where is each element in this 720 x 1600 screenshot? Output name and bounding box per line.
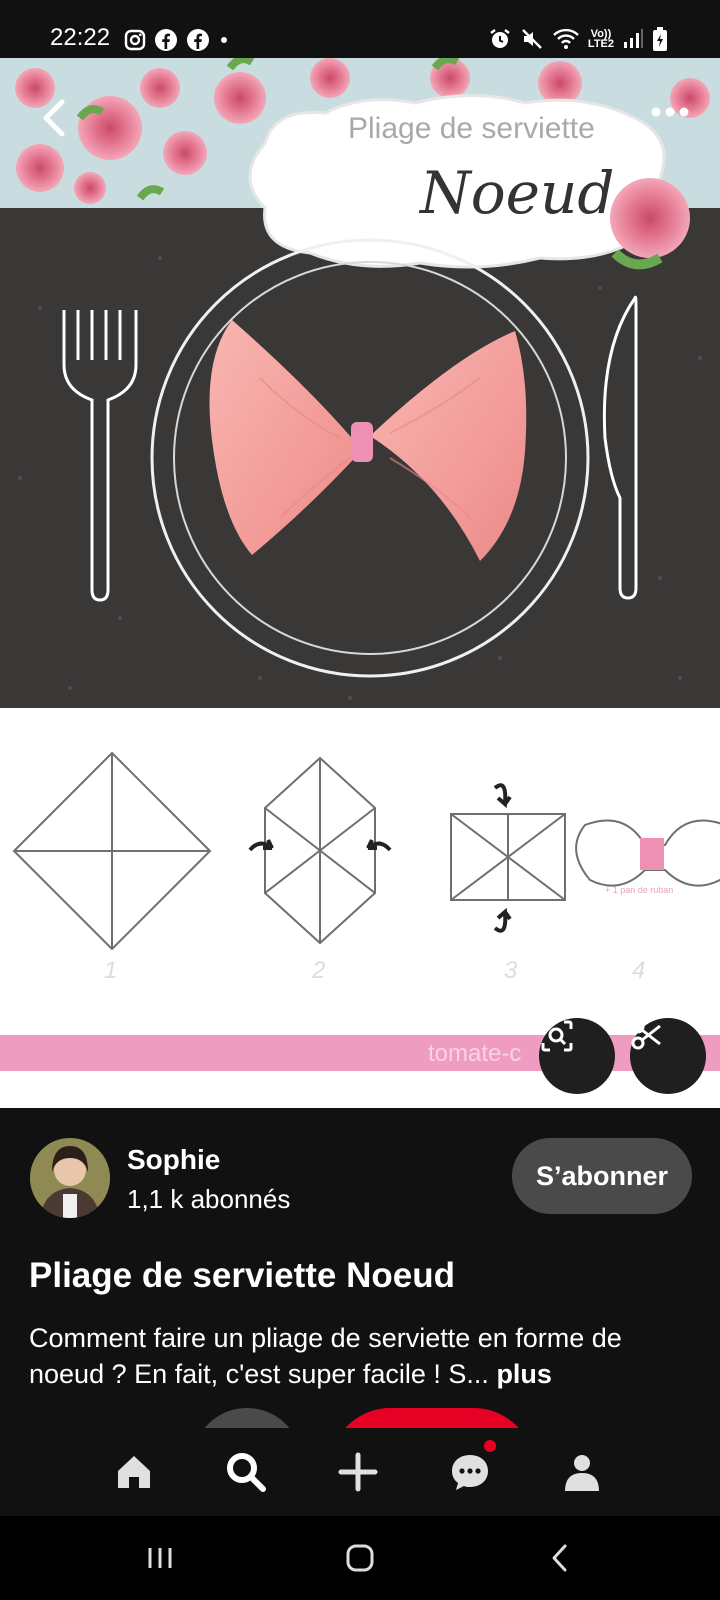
scissors-button[interactable] bbox=[630, 1018, 706, 1094]
step-number-1: 1 bbox=[104, 957, 117, 984]
visual-search-icon bbox=[541, 1020, 573, 1052]
recent-apps-button[interactable] bbox=[130, 1536, 190, 1580]
pin-image-title-line1: Pliage de serviette bbox=[348, 112, 595, 145]
nav-messages[interactable] bbox=[430, 1428, 510, 1516]
pin-info: Sophie 1,1 k abonnés S’abonner Pliage de… bbox=[0, 1108, 720, 1468]
status-time: 22:22 bbox=[50, 24, 111, 51]
alarm-icon bbox=[490, 29, 510, 48]
back-icon bbox=[552, 1544, 567, 1572]
create-icon bbox=[338, 1452, 378, 1492]
nav-search[interactable] bbox=[206, 1428, 286, 1516]
signal-icon bbox=[624, 29, 643, 48]
system-home-button[interactable] bbox=[330, 1536, 390, 1580]
scissors-icon bbox=[631, 1020, 661, 1050]
system-back-button[interactable] bbox=[530, 1536, 590, 1580]
rose-decoration bbox=[610, 178, 690, 258]
author-followers: 1,1 k abonnés bbox=[127, 1184, 291, 1214]
author-name[interactable]: Sophie bbox=[127, 1144, 220, 1176]
home-icon bbox=[118, 1456, 150, 1488]
messages-icon bbox=[452, 1455, 488, 1490]
more-horizontal-icon bbox=[651, 107, 689, 117]
visual-search-button[interactable] bbox=[539, 1018, 615, 1094]
profile-icon bbox=[565, 1455, 599, 1491]
search-icon bbox=[227, 1453, 266, 1492]
facebook-icon bbox=[155, 29, 177, 51]
step-number-4: 4 bbox=[632, 957, 645, 984]
pin-illustration: Pliage de serviette Noeud + 1 pan de rub… bbox=[0, 58, 720, 1108]
pin-image[interactable]: Pliage de serviette Noeud + 1 pan de rub… bbox=[0, 58, 720, 1108]
dot-icon bbox=[221, 37, 227, 43]
follow-button[interactable]: S’abonner bbox=[512, 1138, 692, 1214]
pin-description: Comment faire un pliage de serviette en … bbox=[29, 1320, 689, 1392]
more-link[interactable]: plus bbox=[496, 1359, 552, 1389]
avatar[interactable] bbox=[30, 1138, 110, 1218]
messages-notification-dot bbox=[484, 1440, 496, 1452]
step-number-3: 3 bbox=[504, 957, 518, 984]
nav-profile[interactable] bbox=[542, 1428, 622, 1516]
home-icon bbox=[346, 1544, 374, 1572]
pin-title: Pliage de serviette Noeud bbox=[29, 1256, 455, 1295]
chevron-left-icon bbox=[43, 99, 65, 137]
status-bar: 22:22 Vo)) LTE2 bbox=[0, 0, 720, 58]
back-button[interactable] bbox=[34, 96, 74, 140]
more-options-button[interactable] bbox=[646, 92, 694, 132]
instagram-icon bbox=[124, 29, 146, 51]
recent-apps-icon bbox=[148, 1548, 172, 1568]
battery-icon bbox=[653, 27, 667, 51]
wifi-icon bbox=[553, 28, 579, 49]
status-right-icons: Vo)) LTE2 bbox=[488, 26, 668, 52]
facebook-icon bbox=[187, 29, 209, 51]
status-left-icons bbox=[124, 28, 230, 52]
step-number-2: 2 bbox=[311, 957, 325, 984]
bottom-nav bbox=[0, 1428, 720, 1516]
watermark: tomate-c bbox=[428, 1040, 521, 1067]
avatar-image bbox=[30, 1138, 110, 1218]
nav-home[interactable] bbox=[94, 1428, 174, 1516]
network-label: Vo)) LTE2 bbox=[587, 28, 614, 50]
step-4-note: + 1 pan de ruban bbox=[605, 885, 673, 895]
system-nav bbox=[0, 1516, 720, 1600]
nav-create[interactable] bbox=[318, 1428, 398, 1516]
mute-icon bbox=[522, 29, 542, 49]
pin-image-title-line2: Noeud bbox=[418, 159, 614, 227]
